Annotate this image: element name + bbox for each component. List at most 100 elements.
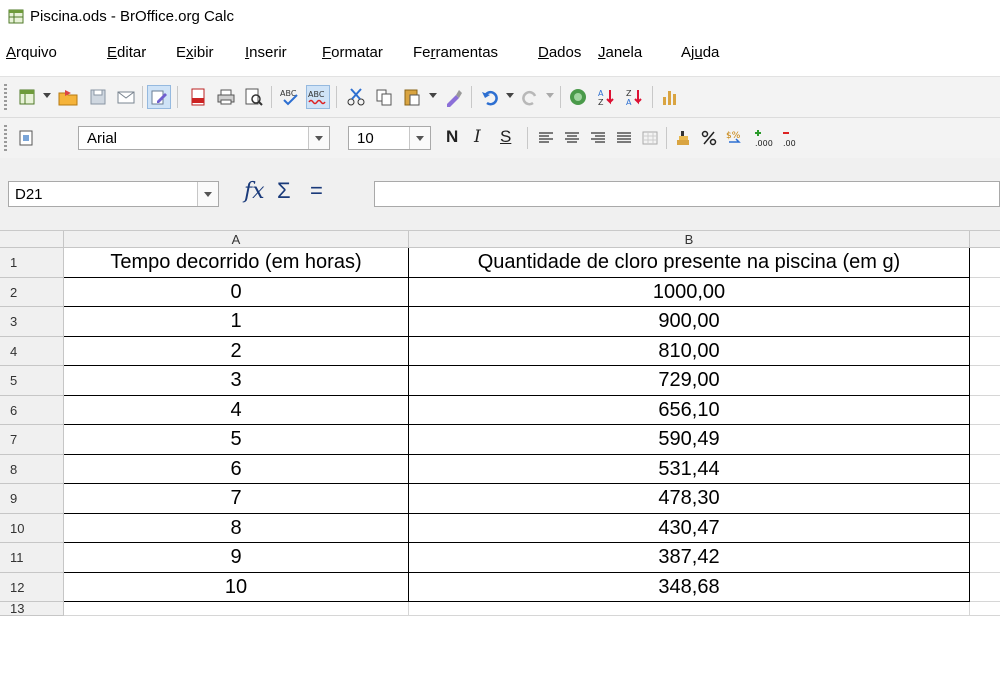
equals-function-icon[interactable]: = — [310, 178, 323, 204]
row-header[interactable]: 11 — [0, 543, 64, 573]
cell-c[interactable] — [970, 337, 1000, 366]
paste-icon[interactable] — [400, 85, 424, 109]
delete-decimal-icon[interactable]: .00 — [779, 126, 803, 150]
undo-dropdown-icon[interactable] — [506, 93, 514, 98]
export-pdf-icon[interactable] — [186, 85, 210, 109]
cell-c[interactable] — [970, 248, 1000, 278]
cell-a[interactable]: 5 — [64, 425, 409, 455]
row-header[interactable]: 2 — [0, 277, 64, 307]
column-header-b[interactable]: B — [409, 231, 970, 248]
save-icon[interactable] — [86, 85, 110, 109]
sort-ascending-icon[interactable]: AZ — [595, 85, 619, 109]
select-all-corner[interactable] — [0, 231, 64, 248]
row-header[interactable]: 7 — [0, 425, 64, 455]
insert-chart-icon[interactable] — [658, 85, 682, 109]
new-dropdown-icon[interactable] — [43, 93, 51, 98]
menu-janela[interactable]: Janela — [598, 44, 642, 61]
menu-exibir[interactable]: Exibir — [176, 44, 214, 61]
undo-icon[interactable] — [478, 85, 502, 109]
merge-cells-icon[interactable] — [638, 126, 662, 150]
cell-c[interactable] — [970, 602, 1000, 616]
cell-b[interactable]: 387,42 — [409, 543, 970, 573]
cell-b[interactable]: 531,44 — [409, 454, 970, 484]
row-header[interactable]: 13 — [0, 602, 64, 616]
row-header[interactable]: 8 — [0, 454, 64, 484]
cell-c[interactable] — [970, 425, 1000, 455]
cell-b[interactable]: 810,00 — [409, 336, 970, 366]
cell-c[interactable] — [970, 514, 1000, 543]
chevron-down-icon[interactable] — [197, 182, 218, 206]
chevron-down-icon[interactable] — [308, 127, 329, 149]
cell-b[interactable]: 348,68 — [409, 572, 970, 602]
cell-c[interactable] — [970, 278, 1000, 307]
cell-a[interactable]: 8 — [64, 513, 409, 543]
toolbar-grip-icon[interactable] — [4, 84, 7, 110]
cell-c[interactable] — [970, 396, 1000, 425]
copy-icon[interactable] — [372, 85, 396, 109]
cell-b[interactable]: 656,10 — [409, 395, 970, 425]
cell-b[interactable]: 590,49 — [409, 425, 970, 455]
currency-format-icon[interactable] — [672, 126, 696, 150]
formula-input[interactable] — [374, 181, 1000, 207]
cell-c[interactable] — [970, 307, 1000, 337]
menu-formatar[interactable]: Formatar — [322, 44, 383, 61]
clone-formatting-icon[interactable] — [442, 85, 466, 109]
cell-a[interactable]: 9 — [64, 543, 409, 573]
justify-icon[interactable] — [612, 126, 636, 150]
cell-a[interactable]: 2 — [64, 336, 409, 366]
align-right-icon[interactable] — [586, 126, 610, 150]
underline-button[interactable]: S — [500, 127, 511, 147]
paste-dropdown-icon[interactable] — [429, 93, 437, 98]
row-header[interactable]: 10 — [0, 513, 64, 543]
font-name-combobox[interactable]: Arial — [78, 126, 330, 150]
cell-c[interactable] — [970, 543, 1000, 573]
cell-a[interactable]: 3 — [64, 366, 409, 396]
spelling-icon[interactable]: ABC — [278, 85, 302, 109]
toolbar-grip-icon[interactable] — [4, 125, 7, 151]
align-center-icon[interactable] — [560, 126, 584, 150]
row-header[interactable]: 3 — [0, 307, 64, 337]
cell-a[interactable]: 0 — [64, 277, 409, 307]
styles-formatting-icon[interactable] — [15, 126, 39, 150]
cell-b[interactable]: 430,47 — [409, 513, 970, 543]
email-icon[interactable] — [114, 85, 138, 109]
column-header-a[interactable]: A — [64, 231, 409, 248]
row-header[interactable]: 6 — [0, 395, 64, 425]
cell-a[interactable]: 10 — [64, 572, 409, 602]
cell-a[interactable]: 4 — [64, 395, 409, 425]
row-header[interactable]: 12 — [0, 572, 64, 602]
font-size-combobox[interactable]: 10 — [348, 126, 431, 150]
menu-inserir[interactable]: Inserir — [245, 44, 287, 61]
header-cell-a[interactable]: Tempo decorrido (em horas) — [64, 248, 409, 278]
name-box[interactable]: D21 — [8, 181, 219, 207]
new-document-icon[interactable] — [15, 85, 39, 109]
standard-format-icon[interactable]: $% — [723, 126, 747, 150]
bold-button[interactable]: N — [446, 127, 458, 147]
menu-editar[interactable]: Editar — [107, 44, 146, 61]
italic-button[interactable]: I — [474, 127, 481, 147]
cell-b[interactable]: 478,30 — [409, 484, 970, 514]
function-wizard-icon[interactable]: fx — [244, 179, 265, 204]
row-header[interactable]: 5 — [0, 366, 64, 396]
row-header[interactable]: 9 — [0, 484, 64, 514]
edit-file-icon[interactable] — [147, 85, 171, 109]
row-header[interactable]: 4 — [0, 336, 64, 366]
print-icon[interactable] — [214, 85, 238, 109]
cell-c[interactable] — [970, 573, 1000, 602]
column-header-c[interactable] — [970, 231, 1000, 248]
autospellcheck-icon[interactable]: ABC — [306, 85, 330, 109]
row-header[interactable]: 1 — [0, 248, 64, 278]
redo-dropdown-icon[interactable] — [546, 93, 554, 98]
header-cell-b[interactable]: Quantidade de cloro presente na piscina … — [409, 248, 970, 278]
sort-descending-icon[interactable]: ZA — [623, 85, 647, 109]
cell-b[interactable]: 729,00 — [409, 366, 970, 396]
open-folder-icon[interactable] — [56, 85, 80, 109]
cell-c[interactable] — [970, 455, 1000, 484]
page-preview-icon[interactable] — [242, 85, 266, 109]
menu-dados[interactable]: Dados — [538, 44, 581, 61]
sum-icon[interactable]: Σ — [277, 178, 291, 204]
cell-b[interactable]: 1000,00 — [409, 277, 970, 307]
cell-a[interactable]: 7 — [64, 484, 409, 514]
cell-c[interactable] — [970, 366, 1000, 396]
cut-icon[interactable] — [344, 85, 368, 109]
